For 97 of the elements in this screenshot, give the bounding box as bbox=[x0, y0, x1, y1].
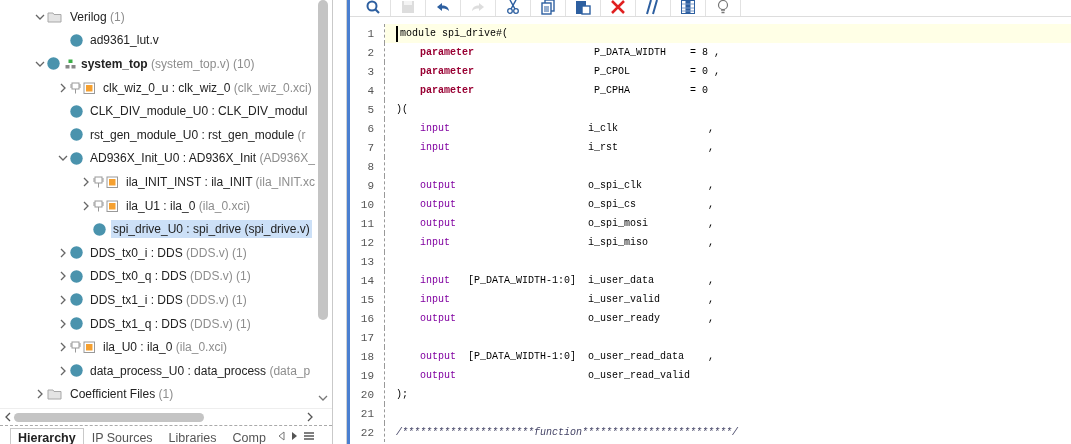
panel-tab[interactable]: Libraries bbox=[160, 428, 225, 444]
tree-item[interactable]: ila_U1 : ila_0 (ila_0.xci) bbox=[124, 196, 253, 215]
source-file-icon bbox=[47, 57, 60, 71]
tree-item[interactable]: ad9361_lut.v bbox=[88, 31, 161, 50]
source-file-icon bbox=[70, 269, 83, 283]
source-file-icon bbox=[70, 246, 83, 260]
tree-item[interactable]: Verilog (1) bbox=[68, 7, 127, 26]
columns-icon[interactable] bbox=[680, 0, 696, 15]
line-number: 8 bbox=[366, 160, 374, 173]
ip-core-icon bbox=[70, 81, 96, 94]
code-line: output o_spi_clk , bbox=[419, 180, 715, 191]
code-line: ); bbox=[396, 389, 408, 400]
panel-tab[interactable]: IP Sources bbox=[83, 428, 161, 444]
tree-item[interactable]: spi_drive_U0 : spi_drive (spi_drive.v) bbox=[111, 220, 312, 239]
paste-icon[interactable] bbox=[575, 0, 591, 15]
code-line: input i_rst , bbox=[419, 142, 715, 153]
code-line: input i_spi_miso , bbox=[419, 237, 715, 248]
search-icon[interactable] bbox=[365, 0, 381, 15]
line-number: 21 bbox=[359, 407, 374, 420]
code-line: /**********************function*************************/ bbox=[396, 427, 739, 438]
chevron-right-icon[interactable] bbox=[306, 412, 314, 422]
line-number: 14 bbox=[359, 274, 374, 287]
line-number: 10 bbox=[359, 198, 374, 211]
copy-icon[interactable] bbox=[540, 0, 556, 15]
tree-item[interactable]: Coefficient Files (1) bbox=[68, 385, 176, 404]
tree-item[interactable]: clk_wiz_0_u : clk_wiz_0 (clk_wiz_0.xci) bbox=[101, 78, 314, 97]
code-line: output o_user_ready , bbox=[419, 313, 715, 324]
folder-icon bbox=[47, 388, 62, 401]
panel-tab[interactable]: Comp bbox=[224, 428, 274, 444]
tree-item[interactable]: ila_INIT_INST : ila_INIT (ila_INIT.xc bbox=[124, 172, 317, 191]
line-number: 17 bbox=[359, 331, 374, 344]
code-line: output o_user_read_valid bbox=[419, 370, 691, 381]
line-number: 12 bbox=[359, 236, 374, 249]
source-file-icon bbox=[70, 364, 83, 378]
ip-core-icon bbox=[70, 341, 96, 354]
code-line: parameter P_DATA_WIDTH = 8 , bbox=[419, 47, 721, 58]
tree-item[interactable]: DDS_tx0_i : DDS (DDS.v) (1) bbox=[88, 243, 249, 262]
panel-tab[interactable]: Hierarchy bbox=[10, 428, 84, 444]
line-number: 19 bbox=[359, 369, 374, 382]
ip-core-icon bbox=[93, 175, 119, 188]
source-file-icon bbox=[70, 151, 83, 165]
tree-item[interactable]: DDS_tx1_i : DDS (DDS.v) (1) bbox=[88, 290, 249, 309]
source-file-icon bbox=[70, 33, 83, 47]
lightbulb-icon[interactable] bbox=[715, 0, 731, 15]
line-number: 13 bbox=[359, 255, 374, 268]
line-number: 18 bbox=[359, 350, 374, 363]
line-number: 20 bbox=[359, 388, 374, 401]
tree-item[interactable]: system_top (system_top.v) (10) bbox=[79, 55, 257, 73]
code-line: input i_user_valid , bbox=[419, 294, 715, 305]
chevron-down-icon[interactable] bbox=[318, 394, 328, 402]
line-number: 6 bbox=[366, 122, 374, 135]
scrollbar-thumb[interactable] bbox=[14, 412, 204, 422]
source-file-icon bbox=[70, 317, 83, 330]
code-line: output [P_DATA_WIDTH-1:0] o_user_read_data , bbox=[419, 351, 715, 362]
line-number: 4 bbox=[366, 84, 374, 97]
code-line: parameter P_CPOL = 0 , bbox=[419, 66, 721, 77]
code-line: input i_clk , bbox=[419, 123, 715, 134]
scrollbar-thumb[interactable] bbox=[318, 0, 328, 320]
source-file-icon bbox=[70, 128, 83, 142]
code-line: )( bbox=[396, 104, 408, 115]
line-number: 9 bbox=[366, 179, 374, 192]
code-line: input [P_DATA_WIDTH-1:0] i_user_data , bbox=[419, 275, 715, 286]
folder-icon bbox=[47, 10, 62, 23]
scissors-icon[interactable] bbox=[505, 0, 521, 15]
chevron-left-icon[interactable] bbox=[4, 412, 12, 422]
source-file-icon bbox=[70, 293, 83, 307]
tree-item[interactable]: ila_U0 : ila_0 (ila_0.xci) bbox=[101, 338, 230, 357]
tree-item[interactable]: DDS_tx1_q : DDS (DDS.v) (1) bbox=[88, 314, 253, 333]
line-number: 1 bbox=[366, 27, 374, 40]
code-line: module spi_drive#( bbox=[400, 28, 509, 39]
tree-item[interactable]: rst_gen_module_U0 : rst_gen_module (r bbox=[88, 125, 308, 144]
hierarchy-icon bbox=[65, 59, 76, 69]
source-file-icon bbox=[93, 222, 106, 236]
code-line: output o_spi_cs , bbox=[419, 199, 715, 210]
source-file-icon bbox=[70, 104, 83, 118]
line-number: 5 bbox=[366, 103, 374, 116]
chevron-down-icon[interactable] bbox=[33, 59, 47, 69]
tree-item[interactable]: CLK_DIV_module_U0 : CLK_DIV_modul bbox=[88, 102, 310, 121]
line-number: 2 bbox=[366, 46, 374, 59]
comment-icon[interactable] bbox=[645, 0, 661, 15]
line-number: 16 bbox=[359, 312, 374, 325]
triangle-left-icon[interactable] bbox=[277, 431, 285, 441]
ip-core-icon bbox=[93, 199, 119, 212]
line-number: 22 bbox=[359, 426, 374, 439]
line-number: 15 bbox=[359, 293, 374, 306]
code-line: output o_spi_mosi , bbox=[419, 218, 715, 229]
code-line: parameter P_CPHA = 0 bbox=[419, 85, 709, 96]
tree-item[interactable]: DDS_tx0_q : DDS (DDS.v) (1) bbox=[88, 267, 253, 286]
menu-icon[interactable] bbox=[303, 431, 314, 441]
tree-item[interactable]: AD936X_Init_U0 : AD936X_Init (AD936X_ bbox=[88, 149, 317, 168]
text-cursor bbox=[396, 25, 398, 42]
line-number: 7 bbox=[366, 141, 374, 154]
tree-item[interactable]: data_process_U0 : data_process (data_p bbox=[88, 361, 313, 380]
delete-icon[interactable] bbox=[610, 0, 626, 15]
line-number: 11 bbox=[359, 217, 374, 230]
line-number: 3 bbox=[366, 65, 374, 78]
triangle-right-icon[interactable] bbox=[290, 431, 298, 441]
